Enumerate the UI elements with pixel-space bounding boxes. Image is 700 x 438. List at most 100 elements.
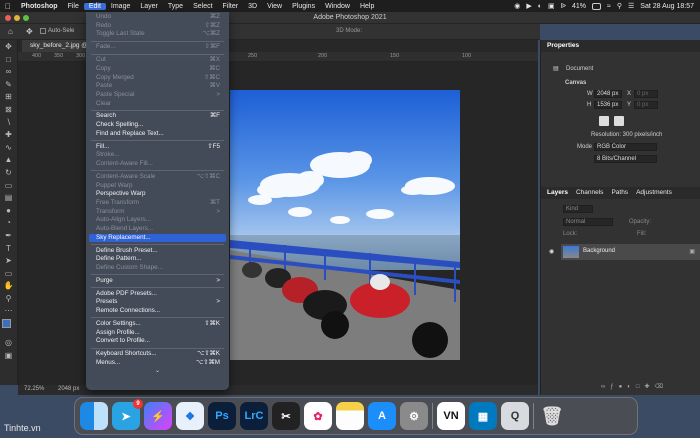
status-circle-icon[interactable]: ◉ xyxy=(514,2,520,10)
dodge-tool-icon[interactable]: ◔ xyxy=(3,218,15,228)
final-cut-pro-icon[interactable]: ✂ xyxy=(272,402,300,430)
menu-item-free-transform[interactable]: Free Transform ⌘T xyxy=(86,199,229,208)
apple-icon[interactable]:  xyxy=(0,2,16,11)
menu-item-paste-special[interactable]: Paste Special > xyxy=(86,91,229,100)
telegram-icon[interactable]: ➤ 9 xyxy=(112,399,143,430)
menu-view[interactable]: View xyxy=(262,3,287,10)
auto-select-checkbox[interactable] xyxy=(40,28,46,34)
menu-item-define-brush-preset[interactable]: Define Brush Preset... xyxy=(86,247,229,256)
tab-properties[interactable]: Properties xyxy=(547,42,579,50)
home-icon[interactable]: ⌂ xyxy=(8,27,13,36)
messenger-icon[interactable]: ⚡ xyxy=(144,402,172,430)
move-tool-icon[interactable]: ✥ xyxy=(3,42,15,52)
chevron-down-icon[interactable]: ⌄ xyxy=(86,368,229,374)
menu-item-define-pattern[interactable]: Define Pattern... xyxy=(86,255,229,264)
quick-mask-icon[interactable]: ◎ xyxy=(3,338,15,348)
document-image[interactable] xyxy=(230,90,460,360)
color-mode-select[interactable]: RGB Color xyxy=(594,143,657,151)
menu-window[interactable]: Window xyxy=(320,3,355,10)
tab-layers[interactable]: Layers xyxy=(547,189,568,197)
menu-item-convert-to-profile[interactable]: Convert to Profile... xyxy=(86,337,229,346)
menu-item-find-and-replace-text[interactable]: Find and Replace Text... xyxy=(86,130,229,139)
menu-image[interactable]: Image xyxy=(106,3,135,10)
eyedropper-tool-icon[interactable]: ∖ xyxy=(3,118,15,128)
portrait-orientation-icon[interactable] xyxy=(599,116,609,126)
menu-item-content-aware-fill[interactable]: Content-Aware Fill... xyxy=(86,160,229,169)
control-center-icon[interactable]: ☰ xyxy=(628,2,634,10)
visibility-eye-icon[interactable]: ◉ xyxy=(549,248,554,255)
menu-item-fill[interactable]: Fill... ⇧F5 xyxy=(86,143,229,152)
blend-mode-select[interactable]: Normal xyxy=(563,218,613,226)
menu-item-transform[interactable]: Transform > xyxy=(86,208,229,217)
trello-icon[interactable]: ▦ xyxy=(469,402,497,430)
crop-tool-icon[interactable]: ⊞ xyxy=(3,92,15,102)
tab-paths[interactable]: Paths xyxy=(611,189,628,197)
menu-item-toggle-last-state[interactable]: Toggle Last State ⌥⌘Z xyxy=(86,30,229,39)
menu-item-check-spelling[interactable]: Check Spelling... xyxy=(86,121,229,130)
zoom-level[interactable]: 72.25% xyxy=(24,386,44,392)
bluetooth-icon[interactable]: ᐉ xyxy=(561,2,566,10)
color-swatches[interactable] xyxy=(1,319,16,335)
lightroom-classic-icon[interactable]: LrC xyxy=(240,402,268,430)
menu-3d[interactable]: 3D xyxy=(243,3,262,10)
menu-item-adobe-pdf-presets[interactable]: Adobe PDF Presets... xyxy=(86,290,229,299)
height-field[interactable]: 1536 px xyxy=(594,101,622,109)
photos-icon[interactable]: ✿ xyxy=(304,402,332,430)
menu-item-copy-merged[interactable]: Copy Merged ⇧⌘C xyxy=(86,74,229,83)
frame-tool-icon[interactable]: ⊠ xyxy=(3,105,15,115)
system-preferences-icon[interactable]: ⚙ xyxy=(400,402,428,430)
foreground-color[interactable] xyxy=(1,319,11,329)
stamp-tool-icon[interactable]: ▲ xyxy=(3,155,15,165)
x-field[interactable]: 0 px xyxy=(634,90,658,98)
menu-item-undo[interactable]: Undo ⌘Z xyxy=(86,13,229,22)
layers-footer-icons[interactable]: ∞ƒ●◐□✚⌫ xyxy=(601,383,668,390)
menu-filter[interactable]: Filter xyxy=(218,3,244,10)
gradient-tool-icon[interactable]: ▤ xyxy=(3,193,15,203)
document-tab[interactable]: sky_before_2.jpg @ xyxy=(22,40,96,52)
menu-item-stroke[interactable]: Stroke... xyxy=(86,151,229,160)
type-tool-icon[interactable]: T xyxy=(3,244,15,254)
menu-item-auto-blend-layers[interactable]: Auto-Blend Layers... xyxy=(86,225,229,234)
menu-help[interactable]: Help xyxy=(355,3,379,10)
menu-item-auto-align-layers[interactable]: Auto-Align Layers... xyxy=(86,216,229,225)
menu-type[interactable]: Type xyxy=(163,3,188,10)
quicktime-icon[interactable]: Q xyxy=(501,402,529,430)
menu-item-define-custom-shape[interactable]: Define Custom Shape... xyxy=(86,264,229,273)
app-store-icon[interactable]: A xyxy=(368,402,396,430)
menu-item-paste[interactable]: Paste ⌘V xyxy=(86,82,229,91)
media-icon[interactable]: ▶ xyxy=(526,2,531,10)
lock-icon[interactable]: ▣ xyxy=(689,248,695,255)
blur-tool-icon[interactable]: ● xyxy=(3,206,15,216)
menu-item-content-aware-scale[interactable]: Content-Aware Scale ⌥⇧⌘C xyxy=(86,173,229,182)
layer-row-background[interactable]: ◉ Background ▣ xyxy=(549,244,700,260)
bit-depth-select[interactable]: 8 Bits/Channel xyxy=(594,155,657,163)
menu-edit[interactable]: Edit xyxy=(83,2,106,10)
hand-tool-icon[interactable]: ✋ xyxy=(3,281,15,291)
display-icon[interactable]: ▣ xyxy=(548,2,555,10)
menu-layer[interactable]: Layer xyxy=(135,3,163,10)
path-select-tool-icon[interactable]: ➤ xyxy=(3,256,15,266)
move-tool-icon[interactable]: ✥ xyxy=(26,27,33,36)
trash-icon[interactable]: 🗑 xyxy=(538,402,566,430)
menu-item-fade[interactable]: Fade... ⇧⌘F xyxy=(86,43,229,52)
menu-file[interactable]: File xyxy=(63,3,84,10)
menu-item-redo[interactable]: Redo ⇧⌘Z xyxy=(86,22,229,31)
tab-channels[interactable]: Channels xyxy=(576,189,603,197)
menu-select[interactable]: Select xyxy=(188,3,217,10)
width-field[interactable]: 2048 px xyxy=(594,90,622,98)
healing-tool-icon[interactable]: ✚ xyxy=(3,130,15,140)
tab-adjustments[interactable]: Adjustments xyxy=(636,189,672,197)
menu-item-assign-profile[interactable]: Assign Profile... xyxy=(86,329,229,338)
photoshop-icon[interactable]: Ps xyxy=(208,402,236,430)
menu-item-presets[interactable]: Presets > xyxy=(86,298,229,307)
pen-tool-icon[interactable]: ✒ xyxy=(3,231,15,241)
spotlight-icon[interactable]: ⚲ xyxy=(617,2,622,10)
menu-item-puppet-warp[interactable]: Puppet Warp xyxy=(86,182,229,191)
menu-item-search[interactable]: Search ⌘F xyxy=(86,112,229,121)
menu-item-cut[interactable]: Cut ⌘X xyxy=(86,56,229,65)
history-brush-tool-icon[interactable]: ↻ xyxy=(3,168,15,178)
menu-plugins[interactable]: Plugins xyxy=(287,3,320,10)
eraser-tool-icon[interactable]: ▭ xyxy=(3,181,15,191)
vpn-icon[interactable]: ◐ xyxy=(538,3,542,10)
y-field[interactable]: 0 px xyxy=(634,101,658,109)
